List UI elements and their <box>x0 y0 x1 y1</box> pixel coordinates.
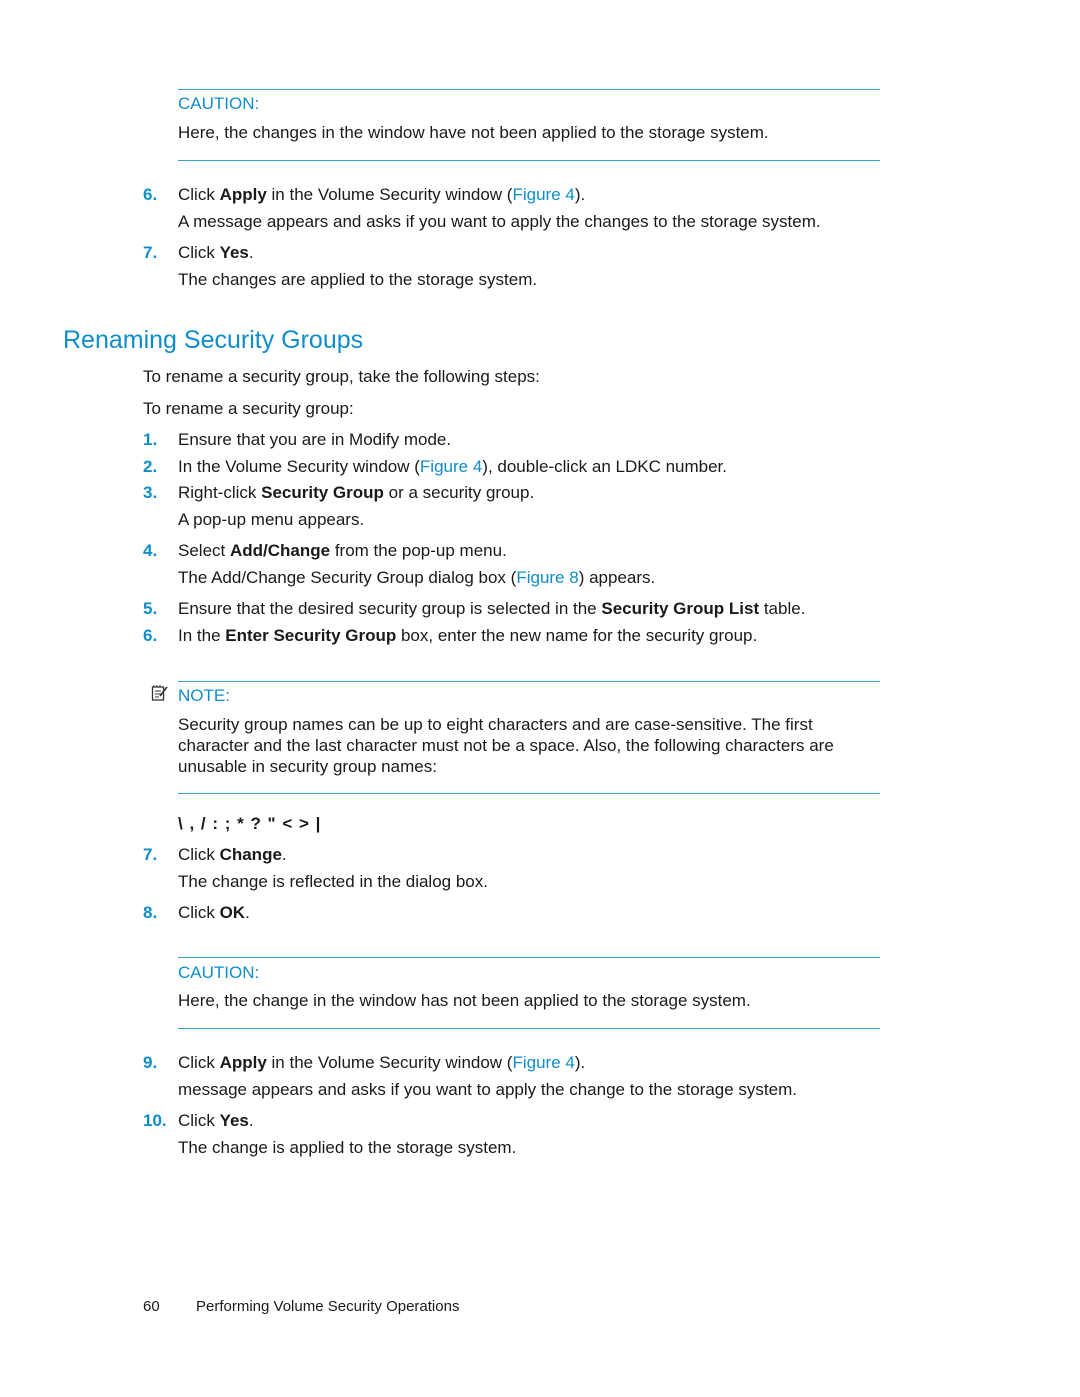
step-text: Click Yes. <box>178 1111 254 1131</box>
step-result-pre: The Add/Change Security Group dialog box… <box>178 568 517 587</box>
step-text: Click Apply in the Volume Security windo… <box>178 185 585 205</box>
footer-chapter: Performing Volume Security Operations <box>196 1298 460 1315</box>
step-text: Click Apply in the Volume Security windo… <box>178 1053 585 1073</box>
step-text-post: ). <box>574 1053 586 1072</box>
step-number: 7. <box>143 243 158 262</box>
step-text-pre: Click <box>178 903 220 922</box>
step-number: 2. <box>143 457 158 476</box>
step-result-post: ) appears. <box>578 568 656 587</box>
ui-term: Change <box>219 845 282 864</box>
ui-term: Add/Change <box>229 541 331 560</box>
step-text-post: box, enter the new name for the security… <box>396 626 758 645</box>
step-text: Click Change. <box>178 845 287 865</box>
ui-term: Yes <box>219 243 249 262</box>
step-result: message appears and asks if you want to … <box>178 1080 797 1099</box>
step-text-pre: Click <box>178 845 220 864</box>
step-text-mid: in the Volume Security window ( <box>266 185 513 204</box>
step-number: 7. <box>143 845 158 864</box>
step-text-pre: Click <box>178 243 220 262</box>
figure-link[interactable]: Figure 4 <box>512 185 574 204</box>
page-number: 60 <box>143 1298 160 1315</box>
step-text-post: . <box>281 845 287 864</box>
step-number: 3. <box>143 483 158 502</box>
step-text: Click Yes. <box>178 243 254 263</box>
step-text: Ensure that you are in Modify mode. <box>178 430 452 449</box>
caution-bottom-rule <box>178 160 880 161</box>
step-number: 5. <box>143 599 158 618</box>
step-number: 1. <box>143 430 158 449</box>
step-number: 6. <box>143 626 158 645</box>
section-intro: To rename a security group, take the fol… <box>143 367 540 386</box>
step-text: Select Add/Change from the pop-up menu. <box>178 541 507 561</box>
step-number: 4. <box>143 541 158 560</box>
ui-term: OK <box>219 903 246 922</box>
step-text-pre: Select <box>178 541 230 560</box>
note-top-rule <box>178 681 880 682</box>
step-text-pre: Click <box>178 1111 220 1130</box>
step-text-pre: Click <box>178 1053 220 1072</box>
note-bottom-rule <box>178 793 880 794</box>
caution-text: Here, the change in the window has not b… <box>178 991 751 1010</box>
section-intro-2: To rename a security group: <box>143 399 354 418</box>
step-text-post: ), double-click an LDKC number. <box>482 457 728 476</box>
section-title: Renaming Security Groups <box>63 326 364 354</box>
step-text: Right-click Security Group or a security… <box>178 483 534 503</box>
step-text-post: . <box>248 1111 254 1130</box>
step-result: A message appears and asks if you want t… <box>178 212 821 231</box>
ui-term: Yes <box>219 1111 249 1130</box>
step-text-post: . <box>248 243 254 262</box>
step-result: The change is reflected in the dialog bo… <box>178 872 488 891</box>
step-result: The change is applied to the storage sys… <box>178 1138 517 1157</box>
step-number: 6. <box>143 185 158 204</box>
step-text-post: or a security group. <box>383 483 535 502</box>
step-text: Click OK. <box>178 903 250 923</box>
note-label: NOTE: <box>178 686 230 705</box>
step-text-pre: Click <box>178 185 220 204</box>
ui-term: Apply <box>219 185 267 204</box>
ui-term: Security Group <box>261 483 384 502</box>
figure-link[interactable]: Figure 8 <box>516 568 578 587</box>
ui-term: Enter Security Group <box>225 626 397 645</box>
step-text-pre: Ensure that the desired security group i… <box>178 599 602 618</box>
figure-link[interactable]: Figure 4 <box>512 1053 574 1072</box>
step-text-pre: In the Volume Security window ( <box>178 457 420 476</box>
figure-link[interactable]: Figure 4 <box>420 457 482 476</box>
step-result: The changes are applied to the storage s… <box>178 270 538 289</box>
note-text: Security group names can be up to eight … <box>178 715 834 776</box>
step-text-pre: Right-click <box>178 483 262 502</box>
special-characters: \ , / : ; * ? " < > | <box>178 814 322 833</box>
step-text: In the Enter Security Group box, enter t… <box>178 626 757 646</box>
caution-top-rule <box>178 89 880 90</box>
note-icon <box>151 684 169 702</box>
step-text-mid: in the Volume Security window ( <box>266 1053 513 1072</box>
step-text-post: ). <box>574 185 586 204</box>
step-text-post: . <box>245 903 250 922</box>
step-result: A pop-up menu appears. <box>178 510 365 529</box>
step-text-post: table. <box>759 599 806 618</box>
step-number: 8. <box>143 903 158 922</box>
step-text-post: from the pop-up menu. <box>330 541 507 560</box>
step-text: In the Volume Security window (Figure 4)… <box>178 457 727 477</box>
step-number: 10. <box>143 1111 167 1130</box>
caution-top-rule <box>178 957 880 958</box>
step-text-pre: In the <box>178 626 226 645</box>
step-number: 9. <box>143 1053 158 1072</box>
step-text: Ensure that the desired security group i… <box>178 599 805 619</box>
step-result: The Add/Change Security Group dialog box… <box>178 568 655 588</box>
caution-label: CAUTION: <box>178 963 260 982</box>
ui-term: Apply <box>219 1053 267 1072</box>
caution-bottom-rule <box>178 1028 880 1029</box>
caution-label: CAUTION: <box>178 94 260 113</box>
caution-text: Here, the changes in the window have not… <box>178 123 769 142</box>
ui-term: Security Group List <box>601 599 760 618</box>
